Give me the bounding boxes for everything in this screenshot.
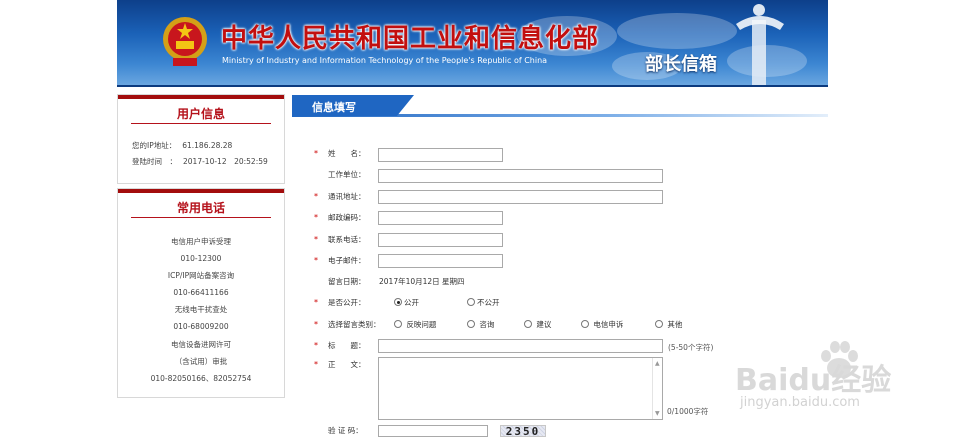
company-label: 工作单位： — [328, 170, 366, 179]
section-header: 信息填写 — [292, 95, 828, 118]
category-option[interactable]: 建议 — [524, 318, 551, 332]
required-mark: * — [314, 320, 318, 329]
login-time-value: 2017-10-12 20:52:59 — [183, 157, 268, 166]
watermark-brand: Baidu经验 — [735, 363, 892, 398]
minister-mailbox-label: 部长信箱 — [645, 54, 717, 75]
required-mark: * — [314, 149, 318, 158]
phone-line: （含试用）审批 — [174, 356, 228, 366]
name-label: 姓 名： — [328, 149, 366, 158]
body-textarea[interactable]: ▲ ▼ — [378, 357, 663, 420]
category-row: * 选择留言类别： — [314, 318, 381, 332]
phone-line: 010-82050166、82052754 — [150, 373, 252, 383]
category-radio[interactable] — [581, 320, 589, 328]
category-option[interactable]: 其他 — [655, 318, 682, 332]
captcha-input[interactable] — [378, 425, 488, 437]
date-value: 2017年10月12日 星期四 — [379, 277, 465, 286]
public-label: 是否公开： — [328, 298, 366, 307]
ip-row: 您的IP地址： 61.186.28.28 — [132, 140, 232, 151]
category-radio[interactable] — [467, 320, 475, 328]
name-row: * 姓 名： — [314, 147, 366, 161]
captcha-image[interactable]: 2350 — [500, 425, 546, 437]
required-mark: * — [314, 213, 318, 222]
required-mark: * — [314, 192, 318, 201]
scroll-up-icon[interactable]: ▲ — [655, 360, 660, 367]
scroll-down-icon[interactable]: ▼ — [655, 410, 660, 417]
postcode-label: 邮政编码： — [328, 213, 366, 222]
category-radio[interactable] — [655, 320, 663, 328]
watermark-url: jingyan.baidu.com — [740, 395, 860, 410]
phone-line: 无线电干扰查处 — [174, 305, 228, 315]
address-input[interactable] — [378, 190, 663, 204]
address-row: * 通讯地址： — [314, 190, 366, 204]
body-counter: 0/1000字符 — [667, 407, 709, 416]
required-mark: * — [314, 298, 318, 307]
category-label: 选择留言类别： — [328, 320, 381, 329]
postcode-input[interactable] — [378, 211, 503, 225]
ip-label: 您的IP地址： — [132, 141, 177, 150]
subject-hint: (5-50个字符) — [668, 343, 714, 352]
user-info-title: 用户信息 — [176, 107, 225, 121]
required-mark: * — [314, 341, 318, 350]
public-yes-radio[interactable] — [394, 298, 402, 306]
phone-input[interactable] — [378, 233, 503, 247]
category-option[interactable]: 电信申诉 — [581, 318, 623, 332]
phone-line: 电信设备进网许可 — [171, 339, 231, 349]
phone-line: 电信用户申诉受理 — [171, 237, 231, 246]
public-row: * 是否公开： — [314, 296, 366, 310]
captcha-row: 验 证 码： — [314, 424, 363, 437]
phone-list: 电信用户申诉受理 010-12300 ICP/IP网站备案咨询 010-6641… — [118, 233, 284, 387]
date-label: 留言日期： — [328, 277, 366, 286]
phone-line: 010-12300 — [180, 254, 222, 264]
company-input[interactable] — [378, 169, 663, 183]
user-info-panel: 用户信息 您的IP地址： 61.186.28.28 登陆时间 ： 2017-10-1… — [117, 94, 285, 184]
captcha-label: 验 证 码： — [328, 426, 363, 435]
phone-line: 010-66411166 — [173, 288, 229, 298]
body-label: 正 文： — [328, 360, 366, 369]
required-mark: * — [314, 360, 318, 369]
postcode-row: * 邮政编码： — [314, 211, 366, 225]
date-row: 留言日期： — [314, 275, 366, 289]
required-mark: * — [314, 256, 318, 265]
email-input[interactable] — [378, 254, 503, 268]
panel-divider — [131, 217, 271, 218]
phone-label: 联系电话： — [328, 235, 366, 244]
site-subtitle: Ministry of Industry and Information Tec… — [222, 56, 548, 65]
email-row: * 电子邮件： — [314, 254, 366, 268]
login-time-row: 登陆时间 ： 2017-10-12 20:52:59 — [132, 156, 268, 167]
required-mark: * — [314, 235, 318, 244]
body-row: * 正 文： — [314, 358, 366, 372]
category-option[interactable]: 反映问题 — [394, 318, 436, 332]
phone-line: 010-68009200 — [173, 322, 229, 332]
subject-row: * 标 题： — [314, 339, 366, 353]
common-phones-panel: 常用电话 电信用户申诉受理 010-12300 ICP/IP网站备案咨询 010… — [117, 188, 285, 398]
category-option[interactable]: 咨询 — [467, 318, 494, 332]
login-time-label: 登陆时间 ： — [132, 157, 177, 166]
section-tab-label: 信息填写 — [312, 101, 356, 114]
header-banner: 中华人民共和国工业和信息化部 Ministry of Industry and … — [117, 0, 828, 87]
huabiao-pillar-graphic — [736, 4, 784, 85]
phone-row: * 联系电话： — [314, 233, 366, 247]
category-radio[interactable] — [394, 320, 402, 328]
name-input[interactable] — [378, 148, 503, 162]
public-no-radio[interactable] — [467, 298, 475, 306]
textarea-scrollbar[interactable]: ▲ ▼ — [652, 358, 662, 419]
subject-label: 标 题： — [328, 341, 366, 350]
public-yes-option[interactable]: 公开 — [394, 296, 419, 310]
address-label: 通讯地址： — [328, 192, 366, 201]
phone-line: ICP/IP网站备案咨询 — [167, 271, 235, 281]
email-label: 电子邮件： — [328, 256, 366, 265]
panel-divider — [131, 123, 271, 124]
public-no-option[interactable]: 不公开 — [467, 296, 500, 310]
site-title: 中华人民共和国工业和信息化部 — [221, 24, 600, 54]
subject-input[interactable] — [378, 339, 663, 353]
company-row: 工作单位： — [314, 168, 366, 182]
ip-value: 61.186.28.28 — [182, 141, 233, 150]
common-phones-title: 常用电话 — [176, 201, 225, 215]
category-radio[interactable] — [524, 320, 532, 328]
national-emblem-icon — [163, 17, 207, 66]
